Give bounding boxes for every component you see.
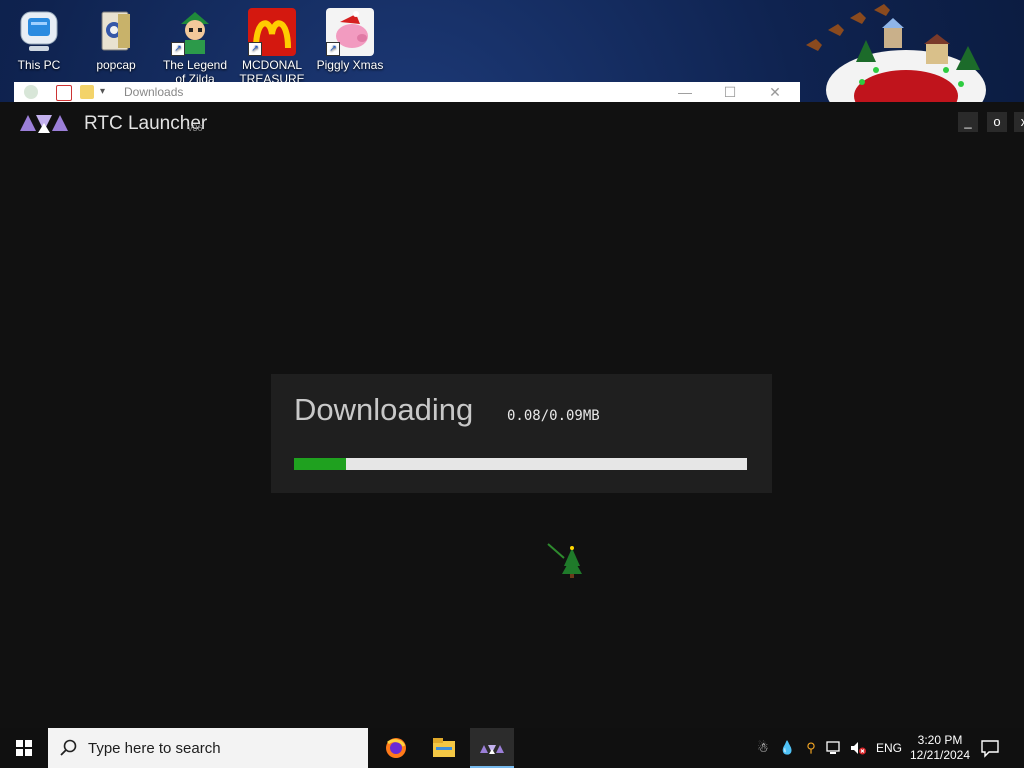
- desktop-icon-piggly-xmas[interactable]: ↗ Piggly Xmas: [313, 4, 387, 86]
- computer-icon: [15, 8, 63, 56]
- network-icon[interactable]: [826, 740, 842, 756]
- download-status-heading: Downloading: [294, 392, 474, 427]
- clock-time: 3:20 PM: [917, 733, 963, 747]
- start-button[interactable]: [0, 728, 48, 768]
- drop-tray-icon[interactable]: 💧: [779, 740, 795, 756]
- download-progress-bar: [294, 458, 747, 470]
- download-panel: Downloading 0.08/0.09MB: [271, 374, 772, 493]
- clock-date: 12/21/2024: [909, 748, 971, 762]
- rtc-launcher-window: RTC Launcher v36 _ o x Downloading 0.08/…: [0, 102, 1024, 728]
- file-explorer-titlebar[interactable]: ▾ Downloads — ☐ ✕: [14, 82, 800, 103]
- explorer-app-icon: [24, 85, 38, 99]
- download-size-text: 0.08/0.09MB: [507, 408, 600, 424]
- rtc-launcher-icon: [480, 742, 504, 760]
- launcher-close-button[interactable]: x: [1014, 112, 1024, 132]
- launcher-minimize-button[interactable]: _: [958, 112, 978, 132]
- explorer-close-button[interactable]: ✕: [767, 84, 783, 100]
- rtc-logo-icon: [20, 113, 68, 138]
- desktop-icon-legend-of-zilda[interactable]: ↗ The Legend of Zilda: [158, 4, 232, 86]
- desktop-icon-popcap[interactable]: popcap: [79, 4, 153, 86]
- firefox-icon: [385, 737, 407, 764]
- new-folder-icon[interactable]: [80, 85, 94, 99]
- properties-icon[interactable]: [56, 85, 72, 101]
- windows-start-icon: [16, 740, 32, 761]
- person-tray-icon[interactable]: ☃: [755, 740, 771, 756]
- volume-muted-icon[interactable]: [850, 740, 866, 756]
- folder-icon: [92, 8, 140, 56]
- download-progress-fill: [294, 458, 347, 470]
- taskbar-rtc-launcher[interactable]: [470, 728, 514, 768]
- notification-icon: [980, 740, 1000, 762]
- explorer-minimize-button[interactable]: —: [677, 84, 693, 100]
- search-placeholder: Type here to search: [88, 740, 221, 757]
- mcdonalds-logo-icon: ↗: [248, 8, 296, 56]
- launcher-maximize-button[interactable]: o: [987, 112, 1007, 132]
- search-icon: [60, 739, 78, 762]
- pig-icon: ↗: [326, 8, 374, 56]
- explorer-maximize-button[interactable]: ☐: [722, 84, 738, 100]
- explorer-window-title: Downloads: [124, 85, 184, 99]
- christmas-wallpaper-decoration: [796, 0, 996, 102]
- shortcut-arrow-icon: ↗: [248, 42, 262, 56]
- taskbar: Type here to search ☃ 💧 ⚲ ENG 3:20 PM 12…: [0, 728, 1024, 768]
- taskbar-search-box[interactable]: Type here to search: [48, 728, 368, 768]
- input-language[interactable]: ENG: [876, 741, 902, 755]
- quick-access-dropdown-icon[interactable]: ▾: [100, 85, 114, 99]
- game-character-icon: ↗: [171, 8, 219, 56]
- action-center-button[interactable]: [980, 738, 1002, 758]
- search-tray-icon[interactable]: ⚲: [803, 740, 819, 756]
- shortcut-arrow-icon: ↗: [171, 42, 185, 56]
- taskbar-firefox[interactable]: [374, 728, 418, 768]
- launcher-version: v36: [188, 123, 203, 133]
- file-explorer-icon: [433, 738, 455, 763]
- christmas-tree-cursor-icon: [546, 542, 582, 583]
- taskbar-file-explorer[interactable]: [422, 728, 466, 768]
- taskbar-clock[interactable]: 3:20 PM 12/21/2024: [904, 733, 976, 763]
- shortcut-arrow-icon: ↗: [326, 42, 340, 56]
- desktop-icon-this-pc[interactable]: This PC: [2, 4, 76, 86]
- desktop-icon-mcdonal-treasure[interactable]: ↗ MCDONAL TREASURE: [235, 4, 309, 86]
